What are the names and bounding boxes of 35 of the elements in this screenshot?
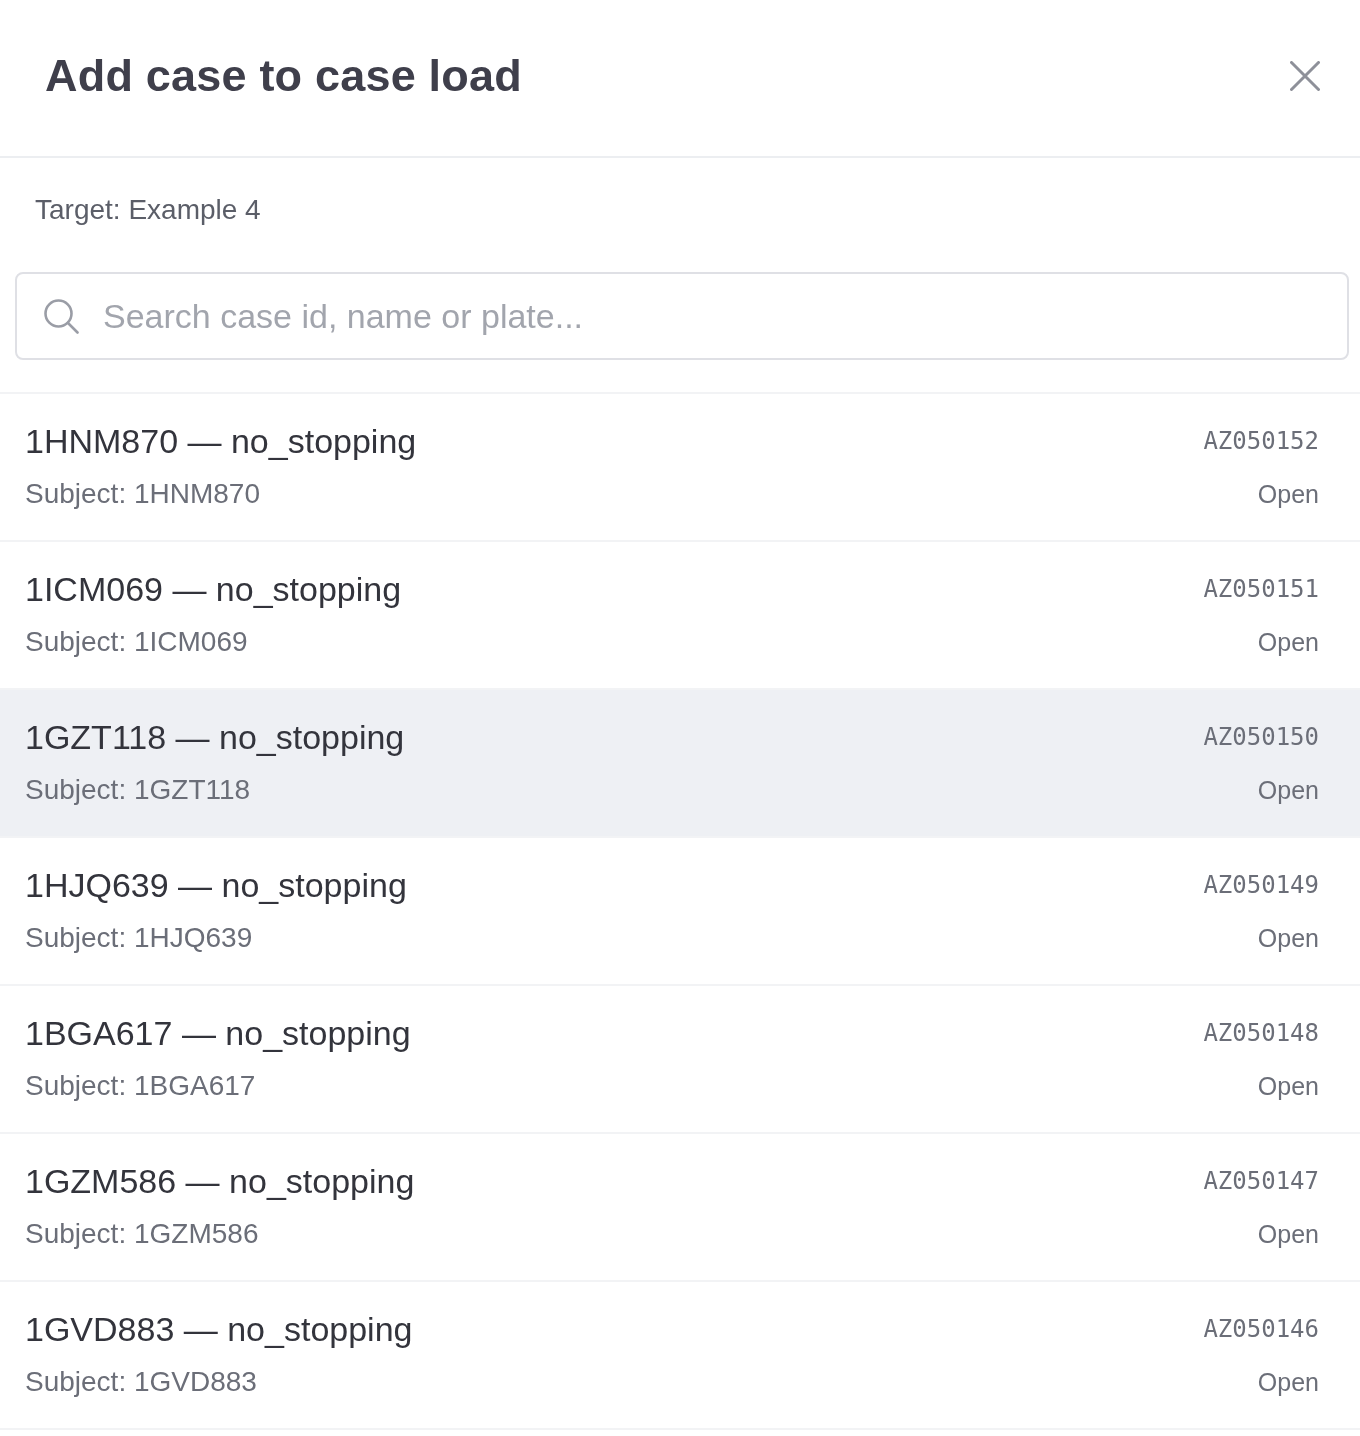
status-text: Open — [1257, 923, 1319, 954]
subject-text: Subject: 1GZT118 — [25, 774, 251, 806]
case-title: 1GZM586 — no_stopping — [25, 1161, 415, 1201]
status-text: Open — [1257, 1367, 1319, 1398]
subject-text: Subject: 1GVD883 — [25, 1366, 257, 1398]
case-title: 1ICM069 — no_stopping — [25, 569, 402, 609]
case-id: AZ050147 — [1203, 1166, 1319, 1197]
close-icon — [1290, 61, 1320, 91]
case-row[interactable]: 1GZT118 — no_stopping Subject: 1GZT118 AZ050150 Open — [0, 690, 1360, 838]
status-text: Open — [1257, 1071, 1319, 1102]
subject-text: Subject: 1HNM870 — [25, 478, 260, 510]
case-title: 1HNM870 — no_stopping — [25, 421, 417, 461]
case-title: 1HJQ639 — no_stopping — [25, 865, 407, 905]
case-id: AZ050150 — [1203, 722, 1319, 753]
case-id: AZ050152 — [1203, 426, 1319, 457]
case-id: AZ050149 — [1203, 870, 1319, 901]
subject-text: Subject: 1BGA617 — [25, 1070, 256, 1102]
search-icon — [44, 299, 79, 334]
case-title: 1GVD883 — no_stopping — [25, 1309, 413, 1349]
dialog-title: Add case to case load — [45, 50, 522, 102]
subject-text: Subject: 1HJQ639 — [25, 922, 253, 954]
case-title: 1BGA617 — no_stopping — [25, 1013, 411, 1053]
status-text: Open — [1257, 479, 1319, 510]
status-text: Open — [1257, 775, 1319, 806]
subject-text: Subject: 1ICM069 — [25, 626, 248, 658]
case-title: 1GZT118 — no_stopping — [25, 717, 405, 757]
case-id: AZ050148 — [1203, 1018, 1319, 1049]
status-text: Open — [1257, 627, 1319, 658]
case-id: AZ050146 — [1203, 1314, 1319, 1345]
status-text: Open — [1257, 1219, 1319, 1250]
close-button[interactable] — [1290, 61, 1320, 91]
search-field[interactable]: Search case id, name or plate... — [15, 272, 1349, 360]
case-id: AZ050151 — [1203, 574, 1319, 605]
target-label: Target: Example 4 — [35, 194, 261, 226]
subject-text: Subject: 1GZM586 — [25, 1218, 259, 1250]
